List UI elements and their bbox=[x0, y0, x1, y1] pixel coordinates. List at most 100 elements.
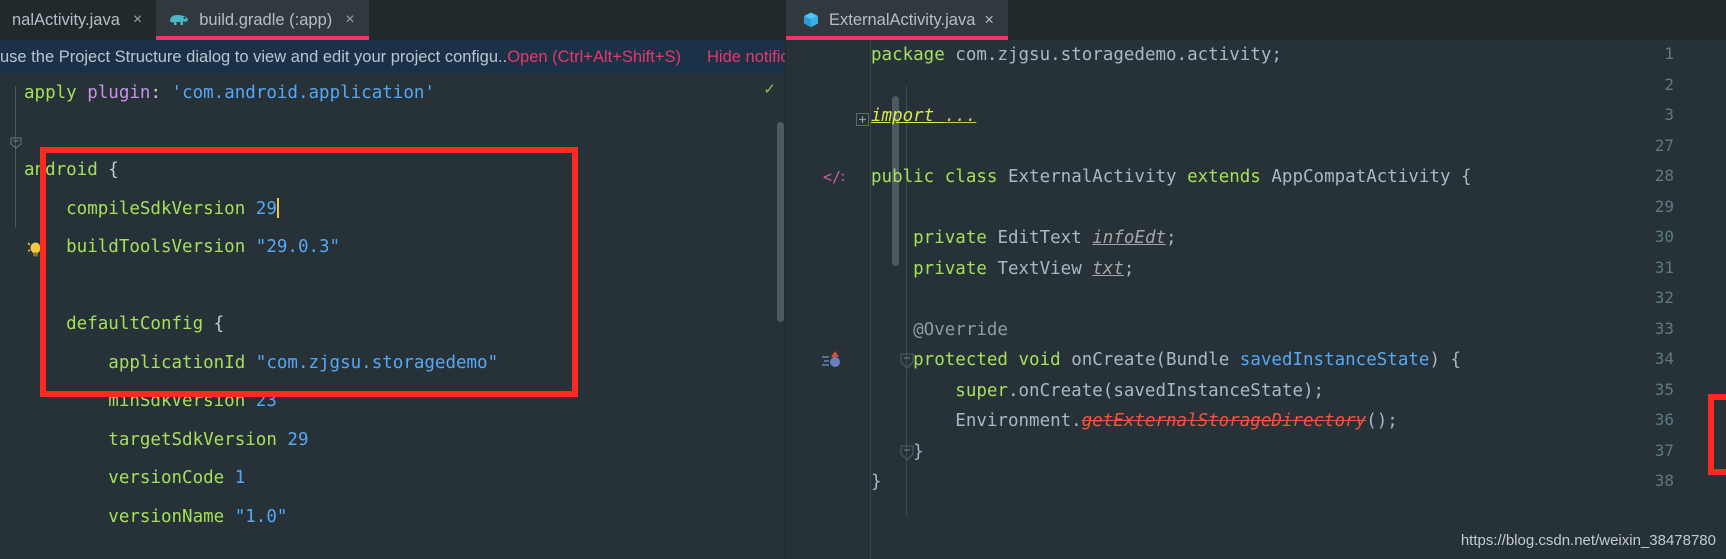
line-number: 31 bbox=[1654, 257, 1674, 277]
close-icon[interactable]: × bbox=[984, 11, 994, 30]
gradle-elephant-icon bbox=[168, 12, 190, 28]
code-token: : bbox=[150, 83, 172, 103]
right-code-editor[interactable]: 1 2 3 27 28 </> 29 30 31 32 33 34 35 36 37 38 package c… bbox=[786, 40, 1726, 559]
code-token: applicationId bbox=[24, 352, 256, 373]
code-line: private EditText infoEdt; bbox=[871, 223, 1472, 254]
project-structure-notification: use the Project Structure dialog to view… bbox=[0, 40, 786, 74]
watermark-url: https://blog.csdn.net/weixin_38478780 bbox=[1460, 532, 1716, 549]
left-code-text: apply plugin: 'com.android.application' … bbox=[24, 74, 709, 559]
code-token: infoEdt bbox=[1092, 228, 1167, 248]
editor-tab-build-gradle[interactable]: build.gradle (:app) × bbox=[156, 0, 369, 40]
pane-divider[interactable] bbox=[785, 0, 786, 559]
editor-tab-label: nalActivity.java bbox=[12, 10, 120, 29]
code-line: super.onCreate(savedInstanceState); bbox=[871, 376, 1472, 407]
notification-hide-link[interactable]: Hide notification bbox=[707, 48, 786, 67]
code-token: ... bbox=[944, 106, 977, 126]
code-token: getExternalStorageDirectory bbox=[1081, 411, 1367, 431]
left-editor-pane: nalActivity.java × build.gradle (:app) ×… bbox=[0, 0, 786, 559]
code-line: import ... bbox=[871, 101, 1472, 132]
editor-tab-label: build.gradle (:app) bbox=[199, 10, 333, 29]
code-token: } bbox=[871, 441, 924, 462]
line-number: 34 bbox=[1654, 349, 1674, 368]
line-number: 37 bbox=[1654, 440, 1674, 460]
code-token: TextView bbox=[986, 258, 1093, 279]
code-token: private bbox=[871, 228, 987, 248]
code-line: private TextView txt; bbox=[871, 254, 1472, 285]
code-line: defaultConfig { bbox=[24, 305, 709, 344]
code-token: 23 bbox=[255, 391, 277, 411]
close-icon[interactable]: × bbox=[345, 12, 354, 28]
text-caret bbox=[276, 197, 279, 218]
code-line: buildToolsVersion "29.0.3" bbox=[24, 228, 709, 267]
inspection-status-icon[interactable]: ✓ bbox=[763, 80, 776, 98]
line-number: 1 bbox=[1664, 44, 1674, 63]
left-scrollbar[interactable] bbox=[777, 122, 784, 322]
code-token: AppCompatActivity { bbox=[1260, 167, 1472, 187]
code-line: protected void onCreate(Bundle savedInst… bbox=[871, 345, 1472, 376]
code-token: package bbox=[871, 45, 945, 65]
code-line: public class ExternalActivity extends Ap… bbox=[871, 162, 1472, 193]
code-token: compileSdkVersion bbox=[24, 198, 256, 219]
code-line: targetSdkVersion 29 bbox=[24, 421, 709, 460]
code-line: } bbox=[871, 437, 1472, 468]
right-tab-bar: ExternalActivity.java × bbox=[786, 0, 1726, 40]
code-token: savedInstanceState bbox=[1239, 350, 1430, 370]
code-tag-icon[interactable]: </> bbox=[822, 167, 850, 189]
fold-expand-icon[interactable] bbox=[856, 111, 869, 126]
line-number: 32 bbox=[1654, 288, 1674, 307]
code-token: buildToolsVersion bbox=[24, 237, 256, 257]
code-line: @Override bbox=[871, 315, 1472, 346]
left-fold-rail bbox=[15, 86, 16, 228]
code-token: EditText bbox=[986, 228, 1093, 248]
code-token: ExternalActivity bbox=[997, 167, 1188, 187]
code-line: versionCode 1 bbox=[24, 459, 709, 498]
left-code-editor[interactable]: ✓ apply plugin: 'com.android.application… bbox=[0, 74, 786, 559]
code-token: } bbox=[871, 472, 882, 492]
code-line: package com.zjgsu.storagedemo.activity; bbox=[871, 40, 1472, 71]
fold-collapse-icon[interactable] bbox=[10, 134, 22, 149]
line-number: 38 bbox=[1654, 471, 1674, 490]
editor-tab-external-activity-java[interactable]: ExternalActivity.java × bbox=[786, 0, 1009, 40]
code-token: apply bbox=[24, 83, 77, 103]
right-editor-pane: ExternalActivity.java × 1 2 3 27 28 </> 29 30 31… bbox=[786, 0, 1726, 559]
line-number: 36 bbox=[1654, 410, 1674, 429]
code-token: versionName bbox=[24, 506, 235, 527]
code-line: versionName "1.0" bbox=[24, 498, 709, 537]
java-class-icon bbox=[802, 11, 820, 29]
close-icon[interactable]: × bbox=[133, 12, 142, 28]
code-token: com.zjgsu.storagedemo.activity; bbox=[944, 45, 1282, 65]
code-token: { bbox=[213, 314, 225, 334]
code-line: Environment.getExternalStorageDirectory(… bbox=[871, 406, 1472, 437]
code-token: "1.0" bbox=[234, 506, 288, 527]
code-line: compileSdkVersion 29 bbox=[24, 190, 709, 229]
code-token: txt bbox=[1092, 258, 1124, 279]
code-token: ; bbox=[1123, 258, 1135, 279]
code-token: 29 bbox=[287, 429, 309, 450]
editor-tab-external-activity[interactable]: nalActivity.java × bbox=[0, 0, 157, 40]
code-line: applicationId "com.zjgsu.storagedemo" bbox=[24, 344, 709, 383]
code-token: versionCode bbox=[24, 468, 235, 488]
line-number: 29 bbox=[1654, 196, 1674, 216]
code-token: "29.0.3" bbox=[255, 237, 341, 257]
code-token: @Override bbox=[871, 319, 1008, 340]
notification-open-link[interactable]: Open (Ctrl+Alt+Shift+S) bbox=[507, 48, 681, 67]
code-line: minSdkVersion 23 bbox=[24, 382, 709, 421]
override-method-icon[interactable] bbox=[822, 350, 844, 372]
code-token: .onCreate(savedInstanceState); bbox=[1007, 380, 1325, 401]
code-token: super bbox=[871, 380, 1008, 401]
line-number: 30 bbox=[1654, 227, 1674, 246]
code-token: 1 bbox=[234, 468, 246, 488]
code-line: android { bbox=[24, 151, 709, 190]
code-token: private bbox=[871, 258, 987, 279]
code-token: { bbox=[97, 160, 119, 180]
code-token: extends bbox=[1187, 167, 1261, 187]
code-token: targetSdkVersion bbox=[24, 429, 288, 450]
code-token: android bbox=[24, 160, 98, 180]
